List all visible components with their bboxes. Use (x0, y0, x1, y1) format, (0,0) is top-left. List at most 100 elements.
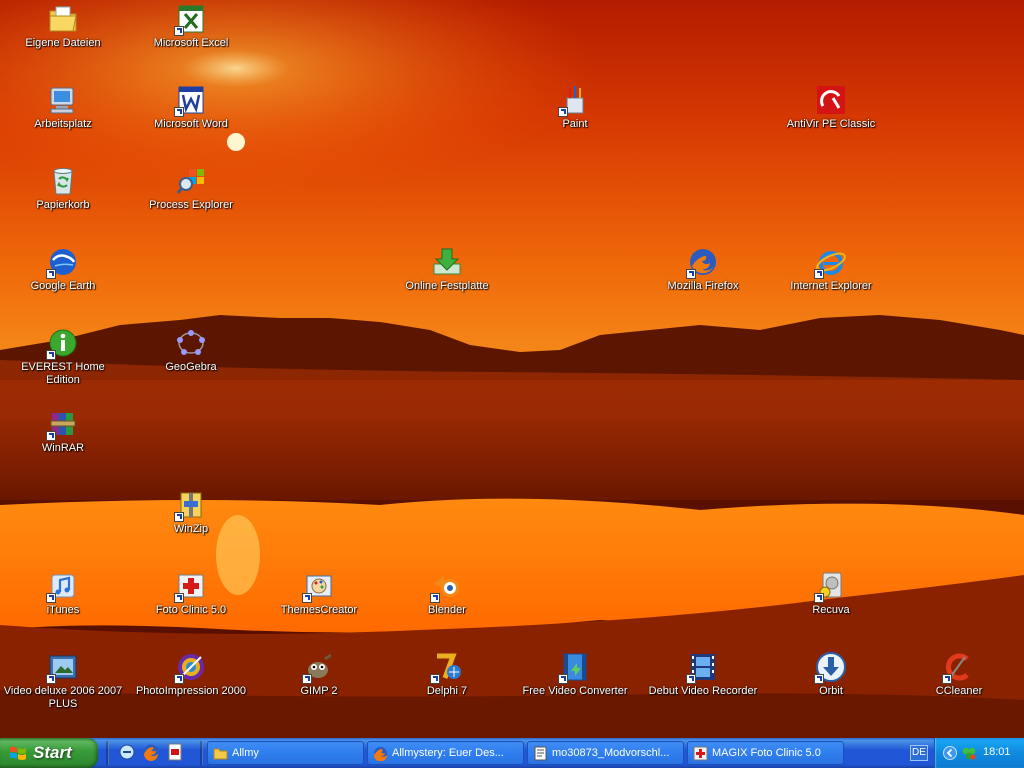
quicklaunch-document[interactable] (166, 743, 184, 761)
antivir-umbrella-icon (815, 84, 847, 116)
foto-clinic-icon (174, 570, 207, 603)
desktop-icon-winrar[interactable]: WinRAR (1, 408, 125, 455)
desktop-icon-everest[interactable]: EVEREST Home Edition (1, 327, 125, 387)
taskbar-task-mo30873[interactable]: mo30873_Modvorschl... (527, 741, 684, 765)
shortcut-arrow-icon (174, 26, 184, 36)
desktop-icon-delphi[interactable]: Delphi 7 (385, 651, 509, 698)
shortcut-arrow-icon (174, 674, 184, 684)
shortcut-arrow-icon (814, 593, 824, 603)
desktop-icon-label: GeoGebra (165, 361, 217, 373)
video-converter-icon (558, 651, 591, 684)
desktop-icon-process-explorer[interactable]: Process Explorer (129, 165, 253, 212)
quicklaunch-firefox[interactable] (142, 743, 160, 761)
desktop-icon-blender[interactable]: Blender (385, 570, 509, 617)
firefox-icon (143, 744, 159, 761)
text-document-icon (534, 746, 547, 761)
desktop-icon-ccleaner[interactable]: CCleaner (897, 651, 1021, 698)
desktop-icon-label: iTunes (46, 604, 80, 616)
recycle-bin-icon (47, 165, 79, 197)
geogebra-icon (175, 327, 207, 359)
desktop-icon-free-video-converter[interactable]: Free Video Converter (513, 651, 637, 698)
shortcut-arrow-icon (302, 593, 312, 603)
photoimpression-icon (174, 651, 207, 684)
desktop-icon-recuva[interactable]: Recuva (769, 570, 893, 617)
desktop-icon-gimp[interactable]: GIMP 2 (257, 651, 381, 698)
desktop-icon-label: Mozilla Firefox (667, 280, 739, 292)
shortcut-arrow-icon (174, 512, 184, 522)
clock[interactable]: 18:01 (983, 746, 1011, 758)
desktop-icon-papierkorb[interactable]: Papierkorb (1, 165, 125, 212)
desktop-icon-label: Internet Explorer (790, 280, 872, 292)
shortcut-arrow-icon (558, 107, 568, 117)
taskbar-task-allmy[interactable]: Allmy (207, 741, 364, 765)
desktop-icon-video-deluxe[interactable]: Video deluxe 2006 2007 PLUS (1, 651, 125, 711)
itunes-icon (46, 570, 79, 603)
google-earth-icon (46, 246, 79, 279)
taskbar-task-allmystery[interactable]: Allmystery: Euer Des... (367, 741, 524, 765)
system-tray: 18:01 (934, 738, 1024, 768)
video-deluxe-icon (46, 651, 79, 684)
desktop-icon-orbit[interactable]: Orbit (769, 651, 893, 698)
desktop-icon-label: Orbit (819, 685, 843, 697)
recuva-icon (814, 570, 847, 603)
taskbar-task-magix[interactable]: MAGIX Foto Clinic 5.0 (687, 741, 844, 765)
download-arrow-icon (431, 246, 463, 278)
language-indicator[interactable]: DE (910, 745, 928, 761)
desktop-icon-label: Microsoft Word (154, 118, 228, 130)
desktop-icon-debut-video-recorder[interactable]: Debut Video Recorder (641, 651, 765, 698)
desktop-icon-internet-explorer[interactable]: Internet Explorer (769, 246, 893, 293)
clover-tray-icon[interactable] (961, 745, 977, 761)
desktop-icon-eigene-dateien[interactable]: Eigene Dateien (1, 3, 125, 50)
desktop-icon-label: ThemesCreator (280, 604, 358, 616)
desktop-icon-google-earth[interactable]: Google Earth (1, 246, 125, 293)
ccleaner-icon (942, 651, 975, 684)
winzip-icon (174, 489, 207, 522)
shortcut-arrow-icon (302, 674, 312, 684)
word-icon (174, 84, 207, 117)
desktop-icon-mozilla-firefox[interactable]: Mozilla Firefox (641, 246, 765, 293)
desktop-icon-geogebra[interactable]: GeoGebra (129, 327, 253, 374)
desktop-icon-arbeitsplatz[interactable]: Arbeitsplatz (1, 84, 125, 131)
themes-creator-icon (302, 570, 335, 603)
desktop-icon-themes-creator[interactable]: ThemesCreator (257, 570, 381, 617)
show-desktop-icon (119, 744, 135, 760)
desktop-icon-label: GIMP 2 (300, 685, 338, 697)
shortcut-arrow-icon (46, 674, 56, 684)
desktop-icon-online-festplatte[interactable]: Online Festplatte (385, 246, 509, 293)
my-documents-folder-icon (47, 3, 79, 35)
desktop-icon-label: Delphi 7 (426, 685, 468, 697)
quicklaunch-show-desktop[interactable] (118, 743, 136, 761)
shortcut-arrow-icon (174, 107, 184, 117)
desktop-icon-itunes[interactable]: iTunes (1, 570, 125, 617)
desktop-icon-label: PhotoImpression 2000 (135, 685, 247, 697)
desktop-icon-winzip[interactable]: WinZip (129, 489, 253, 536)
desktop-icon-label: Online Festplatte (405, 280, 489, 292)
gimp-icon (302, 651, 335, 684)
desktop-icon-microsoft-word[interactable]: Microsoft Word (129, 84, 253, 131)
desktop-icon-photoimpression[interactable]: PhotoImpression 2000 (129, 651, 253, 698)
film-strip-icon (686, 651, 719, 684)
delphi-icon (430, 651, 463, 684)
tray-expand-chevron-icon[interactable] (943, 746, 957, 760)
my-computer-icon (47, 84, 79, 116)
desktop-icon-antivir[interactable]: AntiVir PE Classic (769, 84, 893, 131)
shortcut-arrow-icon (686, 674, 696, 684)
desktop-icon-paint[interactable]: Paint (513, 84, 637, 131)
shortcut-arrow-icon (46, 269, 56, 279)
shortcut-arrow-icon (686, 269, 696, 279)
desktop-icon-label: AntiVir PE Classic (786, 118, 876, 130)
desktop-icon-label: Video deluxe 2006 2007 PLUS (3, 685, 123, 710)
desktop-icon-label: Recuva (812, 604, 850, 616)
winrar-books-icon (46, 408, 79, 441)
desktop-icon-label: EVEREST Home Edition (21, 361, 105, 386)
shortcut-arrow-icon (430, 593, 440, 603)
desktop-icon-label: Process Explorer (149, 199, 233, 211)
shortcut-arrow-icon (46, 431, 56, 441)
desktop-icon-foto-clinic[interactable]: Foto Clinic 5.0 (129, 570, 253, 617)
start-button[interactable]: Start (0, 738, 98, 768)
pdf-document-icon (168, 743, 182, 761)
desktop-icon-microsoft-excel[interactable]: Microsoft Excel (129, 3, 253, 50)
paint-brushes-icon (558, 84, 591, 117)
orbit-download-icon (814, 651, 847, 684)
shortcut-arrow-icon (814, 674, 824, 684)
